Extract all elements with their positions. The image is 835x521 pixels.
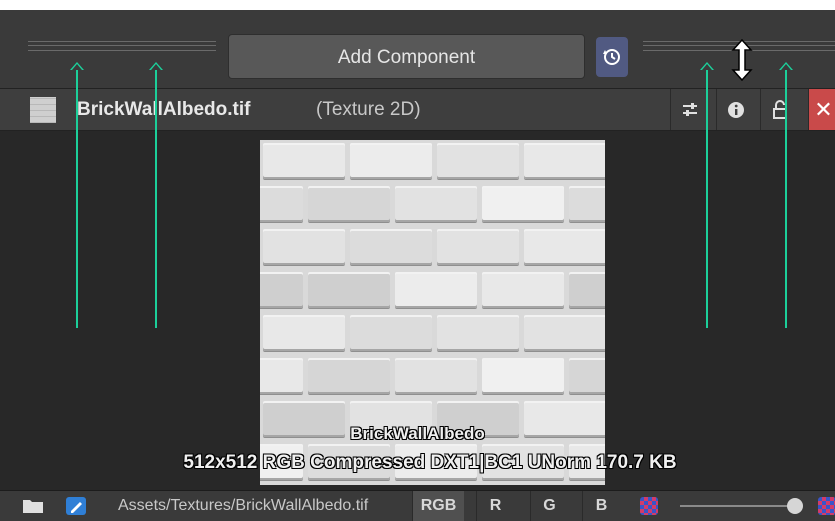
close-icon: ✕ <box>814 96 833 122</box>
mip-level-slider-track[interactable] <box>680 505 798 507</box>
edit-icon[interactable] <box>66 497 86 515</box>
brick-tile <box>395 186 477 222</box>
folder-icon[interactable] <box>22 497 43 515</box>
vertical-resize-cursor-icon <box>731 38 753 82</box>
brick-tile <box>524 315 605 351</box>
brick-tile <box>350 143 432 179</box>
brick-tile <box>569 358 605 394</box>
settings-button[interactable] <box>670 89 708 130</box>
asset-path: Assets/Textures/BrickWallAlbedo.tif <box>118 497 369 514</box>
brick-tile <box>263 229 345 265</box>
brick-tile <box>482 272 564 308</box>
lock-button[interactable] <box>760 89 798 130</box>
brick-tile <box>437 315 519 351</box>
inspector-toolbar: Add Component <box>0 10 835 88</box>
mip-level-slider-handle[interactable] <box>787 498 803 514</box>
asset-type: (Texture 2D) <box>316 99 421 120</box>
mip-checker-icon[interactable] <box>818 497 835 515</box>
brick-tile <box>263 143 345 179</box>
brick-tile <box>569 186 605 222</box>
brick-tile <box>260 272 303 308</box>
channel-b-button[interactable]: B <box>582 491 620 521</box>
annotation-arrow-4 <box>779 62 793 328</box>
brick-tile <box>350 229 432 265</box>
asset-name: BrickWallAlbedo.tif <box>77 99 251 120</box>
channel-g-button[interactable]: G <box>530 491 568 521</box>
brick-tile <box>524 229 605 265</box>
brick-tile <box>308 272 390 308</box>
close-button[interactable]: ✕ <box>808 89 835 130</box>
brick-tile <box>569 272 605 308</box>
brick-tile <box>524 143 605 179</box>
brick-tile <box>308 186 390 222</box>
left-drag-grip[interactable] <box>28 41 216 51</box>
brick-tile <box>350 315 432 351</box>
brick-tile <box>263 315 345 351</box>
info-button[interactable] <box>716 89 754 130</box>
alpha-checker-icon[interactable] <box>640 497 658 515</box>
annotation-arrow-1 <box>70 62 84 328</box>
add-component-button[interactable]: Add Component <box>228 34 585 79</box>
history-icon <box>603 49 620 65</box>
preview-asset-name: BrickWallAlbedo <box>350 424 485 443</box>
brick-tile <box>482 358 564 394</box>
annotation-arrow-2 <box>149 62 163 328</box>
channel-rgb-button[interactable]: RGB <box>412 491 464 521</box>
history-button[interactable] <box>596 37 628 77</box>
brick-tile <box>437 229 519 265</box>
brick-tile <box>395 272 477 308</box>
channel-r-button[interactable]: R <box>476 491 514 521</box>
brick-tile <box>308 358 390 394</box>
info-icon <box>727 101 744 118</box>
texture-thumbnail <box>30 97 56 123</box>
preview-asset-info: 512x512 RGB Compressed DXT1|BC1 UNorm 17… <box>183 452 677 473</box>
brick-tile <box>260 358 303 394</box>
asset-header: BrickWallAlbedo.tif (Texture 2D) ✕ <box>0 88 835 131</box>
brick-tile <box>260 186 303 222</box>
brick-tile <box>395 358 477 394</box>
settings-sliders-icon <box>682 102 697 116</box>
annotation-arrow-3 <box>700 62 714 328</box>
brick-tile <box>482 186 564 222</box>
brick-tile <box>437 143 519 179</box>
